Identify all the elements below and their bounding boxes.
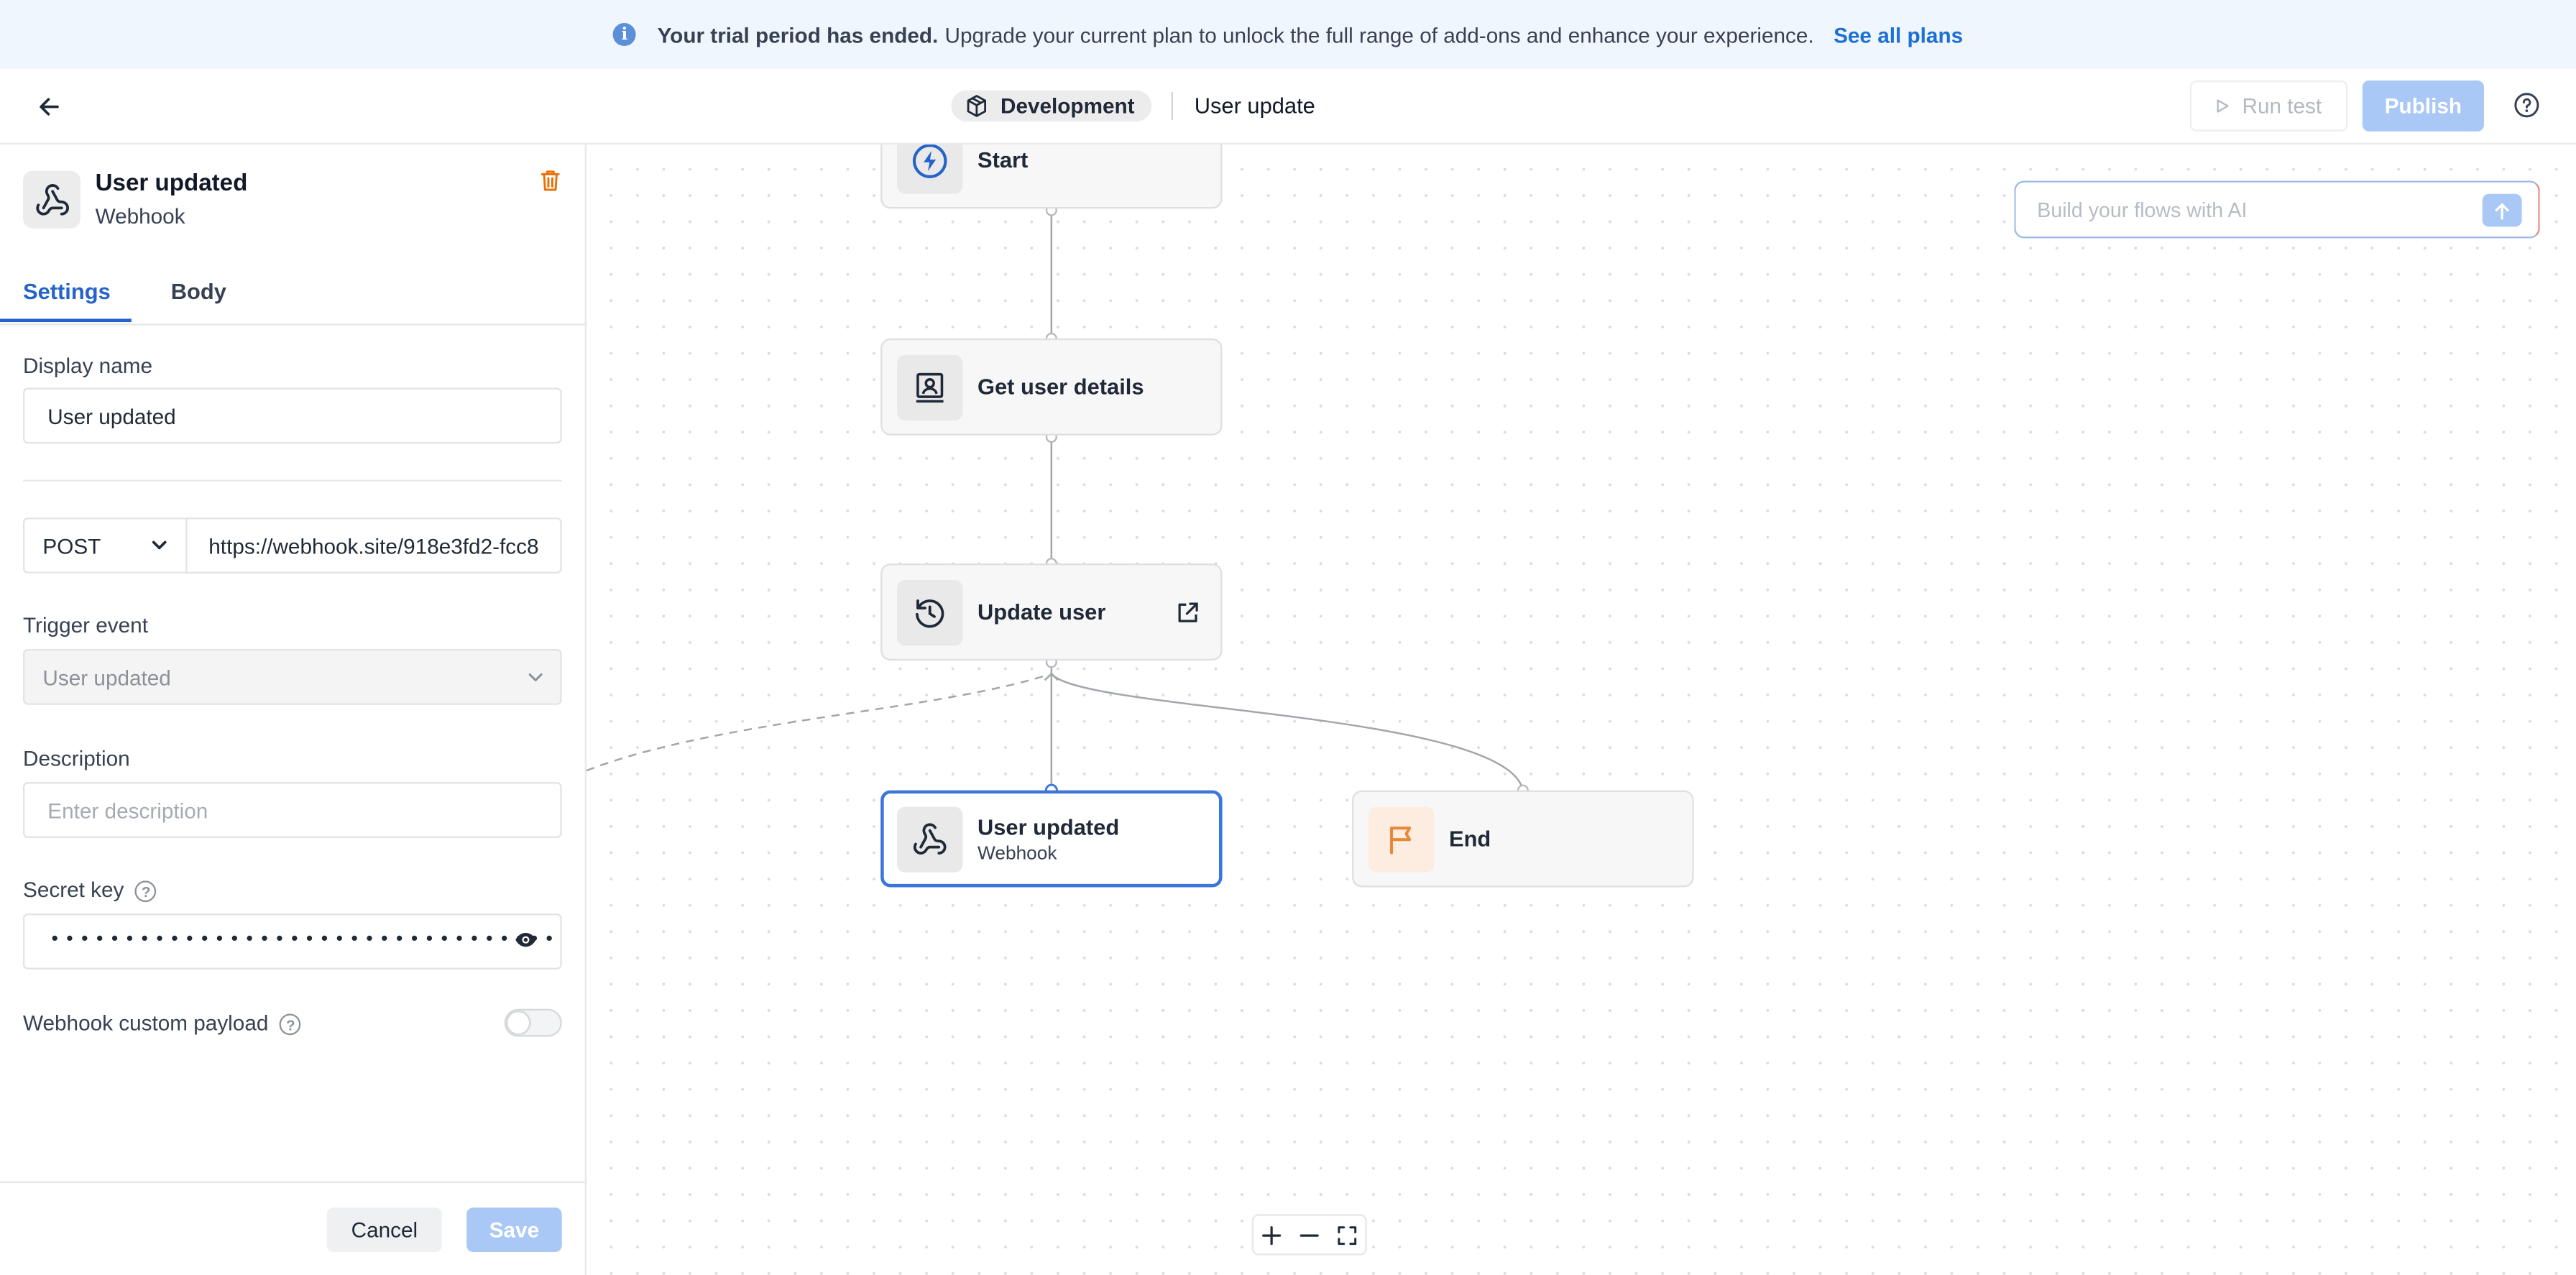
arrow-left-icon: [40, 98, 59, 116]
panel-node-title: User updated: [95, 170, 248, 198]
display-name-field[interactable]: User updated: [22, 387, 562, 444]
refresh-clock-icon: [916, 599, 944, 628]
flow-node-update-user[interactable]: Update user: [880, 563, 1223, 661]
ai-prompt-input[interactable]: Build your flows with AI: [2014, 180, 2540, 239]
minus-icon: [1300, 1233, 1319, 1236]
run-test-label: Run test: [2242, 93, 2322, 119]
flow-node-start[interactable]: Start: [880, 144, 1223, 209]
node-icon-box: [896, 354, 963, 421]
node-icon-box: [1368, 806, 1435, 873]
header-divider: [1171, 92, 1173, 120]
plus-icon: [1262, 1225, 1282, 1245]
help-icon[interactable]: [2513, 92, 2540, 119]
node-icon-box: [896, 806, 963, 873]
fullscreen-icon: [1337, 1225, 1356, 1244]
play-icon: [2217, 99, 2229, 113]
flow-connectors: [586, 204, 1529, 797]
environment-badge[interactable]: Development: [951, 90, 1151, 122]
webhook-icon: [35, 183, 68, 215]
banner-text: Upgrade your current plan to unlock the …: [944, 22, 1814, 47]
lightning-icon: [912, 144, 947, 178]
external-link-icon[interactable]: [1177, 602, 1200, 625]
display-name-label: Display name: [22, 353, 153, 378]
flag-icon: [1389, 827, 1412, 855]
chevron-down-icon: [152, 540, 167, 550]
secret-key-label-row: Secret key?: [22, 877, 157, 903]
secret-key-masked-value: ••••••••••••••••••••••••••••••••••: [49, 928, 559, 950]
secret-key-label: Secret key: [22, 877, 124, 903]
webhook-icon: [913, 823, 947, 855]
custom-payload-label-row: Webhook custom payload?: [22, 1010, 302, 1036]
node-title: End: [1448, 826, 1491, 852]
tab-body[interactable]: Body: [171, 280, 226, 304]
trigger-event-value: User updated: [42, 664, 171, 690]
zoom-in-button[interactable]: [1259, 1222, 1286, 1248]
active-tab-indicator: [0, 318, 132, 323]
node-settings-panel: User updated Webhook Settings Body Displ…: [0, 144, 586, 1275]
info-icon: i: [612, 23, 636, 47]
custom-payload-toggle[interactable]: [504, 1008, 562, 1037]
chevron-down-icon: [528, 673, 543, 681]
back-button[interactable]: [29, 87, 69, 126]
custom-payload-label: Webhook custom payload: [22, 1010, 269, 1036]
editor-header: Development User update Run test Publish: [0, 69, 2576, 145]
node-title: User updated: [977, 814, 1120, 840]
ai-send-button[interactable]: [2482, 193, 2522, 227]
ai-prompt-placeholder: Build your flows with AI: [2037, 198, 2248, 221]
node-title: Start: [977, 147, 1029, 173]
zoom-out-button[interactable]: [1296, 1222, 1322, 1248]
contact-card-icon: [916, 372, 944, 403]
fit-view-button[interactable]: [1333, 1222, 1360, 1248]
description-field[interactable]: Enter description: [22, 782, 562, 838]
flow-canvas[interactable]: Start Get user details Update user User …: [586, 144, 2576, 1275]
trigger-event-label: Trigger event: [22, 612, 148, 638]
webhook-url-field[interactable]: https://webhook.site/918e3fd2-fcc8: [185, 517, 562, 574]
flow-node-end[interactable]: End: [1352, 790, 1694, 888]
save-button[interactable]: Save: [466, 1207, 562, 1253]
flow-name: User update: [1194, 93, 1315, 119]
panel-node-subtitle: Webhook: [95, 203, 185, 229]
trial-banner: i Your trial period has ended. Upgrade y…: [0, 0, 2576, 70]
run-test-button[interactable]: Run test: [2189, 80, 2348, 132]
flow-node-user-updated[interactable]: User updated Webhook: [880, 790, 1223, 888]
panel-tabs: Settings Body: [0, 263, 585, 326]
tab-settings[interactable]: Settings: [23, 280, 111, 304]
node-title: Update user: [977, 599, 1106, 625]
trash-icon[interactable]: [539, 167, 562, 194]
help-icon[interactable]: ?: [135, 880, 157, 903]
environment-label: Development: [1000, 93, 1135, 119]
package-icon: [967, 95, 987, 117]
webhook-icon-box: [22, 170, 80, 229]
flow-node-get-user-details[interactable]: Get user details: [880, 338, 1223, 436]
node-title: Get user details: [977, 374, 1144, 400]
arrow-up-icon: [2495, 202, 2509, 219]
node-subtitle: Webhook: [977, 844, 1057, 865]
see-all-plans-link[interactable]: See all plans: [1834, 22, 1963, 47]
toggle-knob: [507, 1012, 529, 1034]
zoom-controls: [1251, 1214, 1367, 1256]
section-divider: [22, 479, 562, 482]
banner-strong-text: Your trial period has ended.: [657, 22, 939, 47]
publish-button[interactable]: Publish: [2362, 80, 2484, 132]
panel-footer-divider: [0, 1181, 585, 1183]
eye-icon[interactable]: [514, 931, 537, 948]
http-method-value: POST: [42, 533, 101, 558]
node-icon-box: [896, 579, 963, 646]
cancel-button[interactable]: Cancel: [326, 1207, 442, 1253]
http-method-select[interactable]: POST: [22, 517, 186, 574]
help-icon[interactable]: ?: [280, 1013, 302, 1036]
description-label: Description: [22, 745, 130, 771]
node-icon-box: [896, 144, 963, 194]
trigger-event-select[interactable]: User updated: [22, 649, 562, 705]
